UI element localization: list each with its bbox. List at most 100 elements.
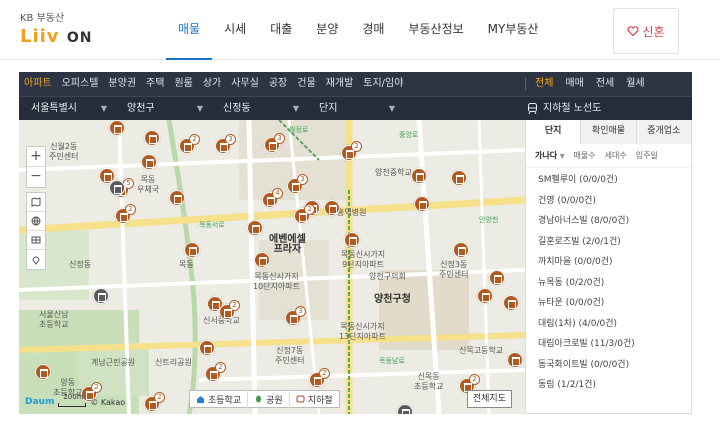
tab-complex[interactable]: 단지 — [526, 120, 581, 144]
complex-pin[interactable] — [344, 232, 360, 248]
zoom-out-button[interactable]: − — [27, 167, 45, 187]
list-item[interactable]: 대림아크로빌 (11/3/0건) — [526, 334, 691, 355]
complex-pin[interactable]: 2 — [219, 300, 240, 320]
region-district-select[interactable]: 양천구 ▼ — [115, 97, 211, 120]
ptype-apartment[interactable]: 아파트 — [19, 72, 57, 96]
list-item[interactable]: 건영 (0/0/0건) — [526, 191, 691, 212]
complex-pin[interactable] — [109, 120, 125, 136]
complex-pin[interactable] — [254, 252, 270, 268]
sort-listing-count[interactable]: 매물수 — [571, 150, 599, 161]
complex-pin[interactable]: 3 — [285, 306, 306, 326]
complex-pin[interactable]: 3 — [264, 133, 285, 153]
subway-station-marker[interactable] — [397, 404, 413, 414]
tab-agencies[interactable]: 중개업소 — [635, 120, 691, 144]
region-city-select[interactable]: 서울특별시 ▼ — [19, 97, 115, 120]
complex-pin[interactable]: 2 — [144, 392, 165, 412]
complex-pin[interactable]: 3 — [287, 174, 308, 194]
nav-my-realestate[interactable]: MY부동산 — [476, 0, 551, 60]
complex-pin[interactable]: 2 — [309, 368, 330, 388]
nav-presale[interactable]: 분양 — [304, 0, 350, 60]
region-dong-select[interactable]: 신정동 ▼ — [211, 97, 307, 120]
ptype-officetel[interactable]: 오피스텔 — [57, 72, 104, 96]
sort-alphabetical[interactable]: 가나다 ▼ — [532, 150, 568, 161]
ptype-factory[interactable]: 공장 — [264, 72, 292, 96]
map-view[interactable]: 신월2동 주민센터 목동 우체국 에벤에셀 프라자 홍익병원 목동신시가지 9단… — [19, 120, 525, 414]
deal-monthly[interactable]: 월세 — [620, 72, 650, 96]
ptype-land[interactable]: 토지/임야 — [358, 72, 408, 96]
complex-pin[interactable]: 3 — [215, 134, 236, 154]
list-item[interactable]: 동국화이트빌 (0/0/0건) — [526, 355, 691, 376]
complex-pin[interactable] — [453, 242, 469, 258]
complex-pin[interactable] — [503, 295, 519, 311]
my-location-button[interactable] — [27, 250, 45, 269]
label-sinwol: 신월2동 주민센터 — [49, 142, 79, 161]
legend-elementary-school[interactable]: 초등학교 — [190, 390, 249, 408]
list-item[interactable]: SM펠루이 (0/0/0건) — [526, 170, 691, 191]
complex-pin[interactable] — [507, 352, 523, 368]
list-item[interactable]: 동림 (1/2/1건) — [526, 375, 691, 396]
legend-park[interactable]: 공원 — [248, 390, 290, 408]
complex-pin[interactable] — [141, 154, 157, 170]
tab-verified-listings[interactable]: 확인매물 — [580, 120, 636, 144]
chevron-down-icon: ▼ — [559, 153, 565, 160]
ptype-office[interactable]: 사무실 — [226, 72, 264, 96]
ptype-oneroom[interactable]: 원룸 — [169, 72, 197, 96]
complex-pin[interactable]: 2 — [179, 134, 200, 154]
complex-pin[interactable] — [199, 340, 215, 356]
complex-pin[interactable]: 2 — [205, 362, 226, 382]
list-item[interactable]: 뉴목동 (0/2/0건) — [526, 273, 691, 294]
complex-pin[interactable] — [35, 364, 51, 380]
deal-all[interactable]: 전체 — [529, 72, 559, 96]
map-type-button[interactable] — [27, 193, 45, 212]
nav-loans[interactable]: 대출 — [258, 0, 304, 60]
complex-pin[interactable] — [184, 242, 200, 258]
ptype-house[interactable]: 주택 — [141, 72, 169, 96]
list-item[interactable]: 뉴타운 (0/0/0건) — [526, 293, 691, 314]
list-item[interactable]: 길훈로즈빌 (2/0/1건) — [526, 232, 691, 253]
region-complex-select[interactable]: 단지 ▼ — [307, 97, 403, 120]
subway-map-button[interactable]: 지하철 노선도 — [527, 97, 601, 120]
kb-liiv-on-logo[interactable]: KB 부동산 Liiv ON — [20, 9, 100, 49]
zoom-in-button[interactable]: + — [27, 147, 45, 167]
complex-pin[interactable] — [324, 200, 340, 216]
complex-pin[interactable]: 2 — [115, 204, 136, 224]
list-item[interactable]: 대림(1차) (4/0/0건) — [526, 314, 691, 335]
subway-station-marker[interactable] — [93, 288, 109, 304]
nav-auction[interactable]: 경매 — [350, 0, 396, 60]
deal-sale[interactable]: 매매 — [559, 72, 589, 96]
sort-move-in-date[interactable]: 입주일 — [633, 150, 661, 161]
newlywed-button[interactable]: 신혼 — [613, 8, 679, 54]
complex-pin[interactable] — [489, 270, 505, 286]
complex-pin[interactable] — [477, 288, 493, 304]
list-item[interactable]: 까치마을 (0/0/0건) — [526, 252, 691, 273]
complex-pin[interactable] — [247, 220, 263, 236]
grid-icon — [31, 236, 41, 244]
complex-pin[interactable] — [451, 170, 467, 186]
list-item[interactable]: 경남아너스빌 (8/0/0건) — [526, 211, 691, 232]
complex-pin[interactable] — [144, 130, 160, 146]
daum-logo: Daum — [25, 397, 55, 407]
legend-subway[interactable]: 지하철 — [290, 390, 339, 408]
location-pin-icon — [32, 256, 40, 265]
ptype-redevelopment[interactable]: 재개발 — [321, 72, 359, 96]
nav-market-price[interactable]: 시세 — [212, 0, 258, 60]
sort-households[interactable]: 세대수 — [602, 150, 630, 161]
complex-pin[interactable] — [414, 196, 430, 212]
satellite-button[interactable] — [27, 212, 45, 231]
ptype-building[interactable]: 건물 — [292, 72, 320, 96]
subway-station-marker[interactable] — [109, 180, 125, 196]
logo-brand: Liiv ON — [20, 26, 93, 47]
zoom-controls: + − — [26, 146, 46, 188]
complex-pin[interactable] — [169, 190, 185, 206]
complex-pin[interactable]: 2 — [294, 204, 315, 224]
complex-pin[interactable]: 4 — [262, 188, 283, 208]
cadastral-button[interactable] — [27, 231, 45, 250]
whole-map-button[interactable]: 전체지도 — [466, 390, 512, 408]
complex-pin[interactable]: 2 — [341, 141, 362, 161]
nav-realestate-info[interactable]: 부동산정보 — [396, 0, 475, 60]
deal-jeonse[interactable]: 전세 — [590, 72, 620, 96]
ptype-presale-right[interactable]: 분양권 — [103, 72, 141, 96]
complex-pin[interactable] — [411, 168, 427, 184]
ptype-store[interactable]: 상가 — [198, 72, 226, 96]
nav-listings[interactable]: 매물 — [166, 0, 213, 60]
